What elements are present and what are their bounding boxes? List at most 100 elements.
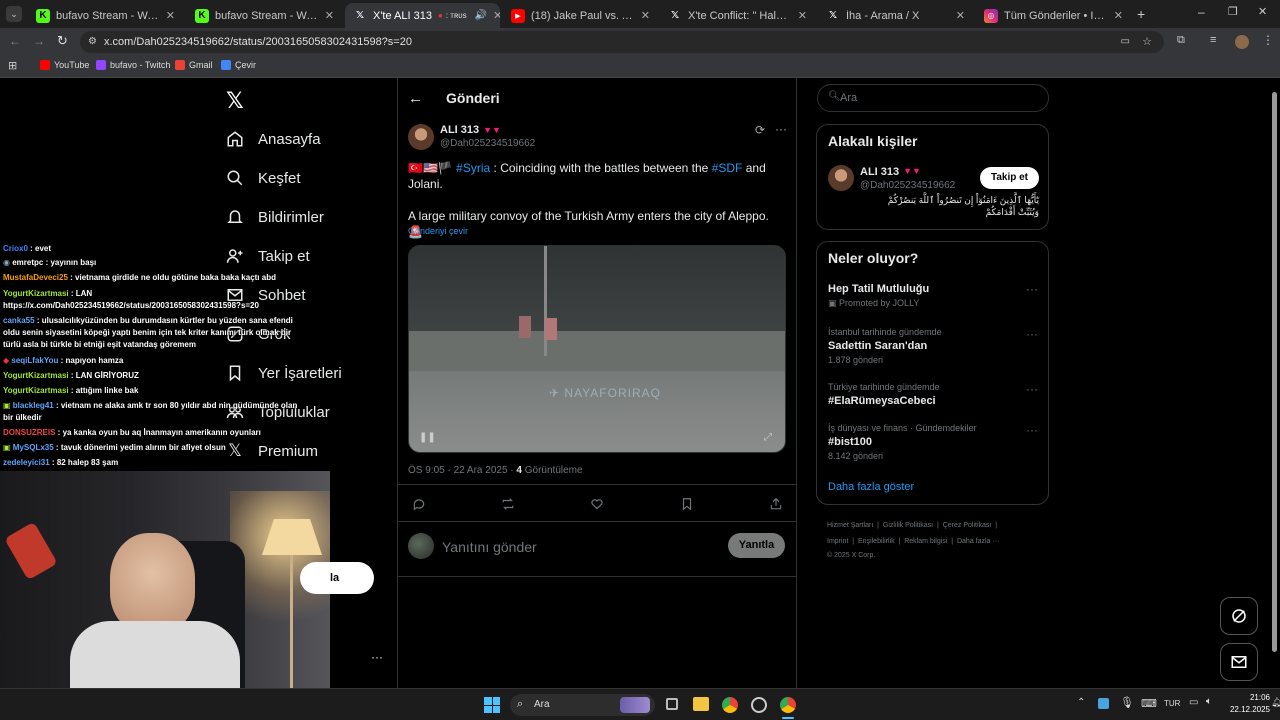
reply-icon[interactable] <box>412 497 426 516</box>
bookmark-star-icon[interactable]: ☆ <box>1142 31 1152 53</box>
close-icon[interactable]: ✕ <box>325 9 334 22</box>
tray-chevron-icon[interactable]: ⌃ <box>1077 697 1085 708</box>
trend-item[interactable]: Hep Tatil Mutluluğu ▣ Promoted by JOLLY <box>828 283 1038 309</box>
messages-floating-button[interactable] <box>1220 643 1258 681</box>
person-handle[interactable]: @Dah025234519662 <box>860 180 955 191</box>
more-options-icon[interactable]: ··· <box>1026 423 1038 437</box>
fullscreen-icon[interactable]: ⤢ <box>764 432 772 443</box>
close-icon[interactable]: ✕ <box>166 9 175 22</box>
translate-link[interactable]: Gönderiyi çevir <box>408 226 468 236</box>
author-avatar[interactable] <box>408 124 434 150</box>
tray-app-icon[interactable] <box>1098 698 1109 709</box>
volume-icon[interactable]: 🔈︎ <box>1206 696 1212 707</box>
browser-tab-active[interactable]: 𝕏 X'te ALI 313 ● ‮‭: ᴛʀᴜs 🔊 ✕ <box>345 3 500 28</box>
follow-button[interactable]: Takip et <box>980 167 1039 189</box>
trend-item[interactable]: İş dünyası ve finans · Gündemdekiler #bi… <box>828 423 1038 461</box>
close-icon[interactable]: ✕ <box>798 9 807 22</box>
maximize-button[interactable]: ❐ <box>1228 5 1238 18</box>
person-name[interactable]: ALI 313 ▼▼ <box>860 166 921 178</box>
nav-home[interactable]: Anasayfa <box>226 130 321 148</box>
windows-start-icon[interactable] <box>484 697 500 713</box>
footer-link[interactable]: Daha fazla ··· <box>957 538 999 545</box>
play-pause-icon[interactable]: ❚❚ <box>419 432 436 443</box>
footer-link[interactable]: Çerez Politikası <box>943 522 992 529</box>
profile-avatar[interactable] <box>1235 35 1249 49</box>
keyboard-icon[interactable]: ⌨ <box>1141 697 1157 710</box>
microphone-icon[interactable]: 🎙︎ <box>1120 696 1134 709</box>
close-icon[interactable]: ✕ <box>493 9 500 22</box>
language-indicator[interactable]: TUR <box>1164 699 1180 708</box>
reply-button[interactable]: Yanıtla <box>728 533 785 558</box>
chrome-icon[interactable] <box>722 697 738 713</box>
reload-icon[interactable]: ↻ <box>57 33 68 49</box>
bookmark-translate[interactable]: Çevir <box>221 60 256 70</box>
close-icon[interactable]: ✕ <box>641 9 650 22</box>
browser-tab[interactable]: ◎ Tüm Gönderiler • Instagram ✕ <box>976 3 1131 28</box>
bookmark-icon[interactable] <box>680 497 694 516</box>
close-icon[interactable]: ✕ <box>1114 9 1123 22</box>
cast-icon[interactable]: ▭ <box>1121 31 1130 53</box>
window-close-button[interactable]: ✕ <box>1258 5 1267 18</box>
person-avatar[interactable] <box>828 165 854 191</box>
more-options-icon[interactable]: ··· <box>1026 282 1038 296</box>
forward-icon[interactable]: → <box>33 34 45 48</box>
post-video[interactable]: ✈ NAYAFORIRAQ ❚❚ ⤢ <box>408 245 786 453</box>
grok-floating-button[interactable] <box>1220 597 1258 635</box>
browser-tab[interactable]: K bufavo Stream - Watch Live on ✕ <box>28 3 183 28</box>
bookmark-twitch[interactable]: bufavo - Twitch <box>96 60 170 70</box>
footer-link[interactable]: Reklam bilgisi <box>904 538 947 545</box>
taskbar-search[interactable]: ⌕ Ara <box>510 694 655 716</box>
more-options-icon[interactable]: ··· <box>1026 327 1038 341</box>
bookmark-gmail[interactable]: Gmail <box>175 60 213 70</box>
notification-bell-icon[interactable]: 🔔︎ <box>1271 697 1280 708</box>
task-view-icon[interactable] <box>666 698 678 710</box>
nav-notifications[interactable]: Bildirimler <box>226 208 324 226</box>
chrome-active-icon[interactable] <box>780 697 796 713</box>
minimize-button[interactable]: – <box>1198 5 1205 19</box>
reply-input[interactable]: Yanıtını gönder <box>442 539 537 555</box>
repost-icon[interactable] <box>501 497 515 516</box>
author-name[interactable]: ALI 313 ▼▼ <box>440 124 501 136</box>
browser-tab[interactable]: 𝕏 İha - Arama / X ✕ <box>818 3 973 28</box>
footer-link[interactable]: Gizlilik Politikası <box>883 522 933 529</box>
show-more-link[interactable]: Daha fazla göster <box>828 481 914 493</box>
reading-list-icon[interactable]: ≡ <box>1210 34 1216 46</box>
more-options-icon[interactable]: ··· <box>1026 382 1038 396</box>
new-tab-button[interactable]: + <box>1137 6 1145 22</box>
audio-icon[interactable]: 🔊 <box>475 10 487 21</box>
browser-menu-icon[interactable]: ⋮ <box>1262 33 1274 47</box>
extensions-icon[interactable]: ⧉ <box>1177 34 1185 47</box>
network-icon[interactable]: ▭ <box>1189 697 1198 708</box>
share-icon[interactable] <box>769 497 783 516</box>
author-handle[interactable]: @Dah025234519662 <box>440 138 535 149</box>
tab-search-button[interactable]: ⌄ <box>6 6 22 22</box>
browser-tab[interactable]: 𝕏 X'te Conflict: " Halep'de Sur ✕ <box>660 3 815 28</box>
browser-tab[interactable]: ▶ (18) Jake Paul vs. Anthony Josh ✕ <box>503 3 658 28</box>
trend-item[interactable]: Türkiye tarihinde gündemde #ElaRümeysaCe… <box>828 382 1038 407</box>
page-scrollbar[interactable] <box>1271 82 1278 656</box>
footer-link[interactable]: Imprint <box>827 538 848 545</box>
nav-explore[interactable]: Keşfet <box>226 169 301 187</box>
app-icon[interactable] <box>751 697 767 713</box>
like-icon[interactable] <box>590 497 604 516</box>
file-explorer-icon[interactable] <box>693 697 709 711</box>
browser-tab[interactable]: K bufavo Stream - Watch Live on ✕ <box>187 3 342 28</box>
hashtag-link[interactable]: #SDF <box>712 161 743 175</box>
back-icon[interactable]: ← <box>9 34 21 48</box>
site-info-icon[interactable]: ⚙ <box>88 31 97 53</box>
apps-grid-icon[interactable]: ⊞ <box>8 59 17 72</box>
scrollbar-thumb[interactable] <box>1272 92 1277 652</box>
close-icon[interactable]: ✕ <box>956 9 965 22</box>
footer-link[interactable]: Erişilebilirlik <box>858 538 895 545</box>
post-button[interactable]: la <box>300 562 374 594</box>
grok-explain-icon[interactable]: ⟳ <box>755 123 765 137</box>
back-arrow-icon[interactable]: ← <box>408 90 423 107</box>
x-logo-icon[interactable]: 𝕏 <box>226 88 244 114</box>
address-bar[interactable]: ⚙ x.com/Dah025234519662/status/200316505… <box>80 31 1164 53</box>
clock[interactable]: 21:06 22.12.2025 <box>1222 692 1270 716</box>
bookmark-youtube[interactable]: YouTube <box>40 60 89 70</box>
account-menu-icon[interactable]: ··· <box>371 650 383 664</box>
hashtag-link[interactable]: #Syria <box>456 161 490 175</box>
trend-item[interactable]: İstanbul tarihinde gündemde Sadettin Sar… <box>828 327 1038 365</box>
search-input[interactable]: 🔍︎ Ara <box>817 84 1049 112</box>
